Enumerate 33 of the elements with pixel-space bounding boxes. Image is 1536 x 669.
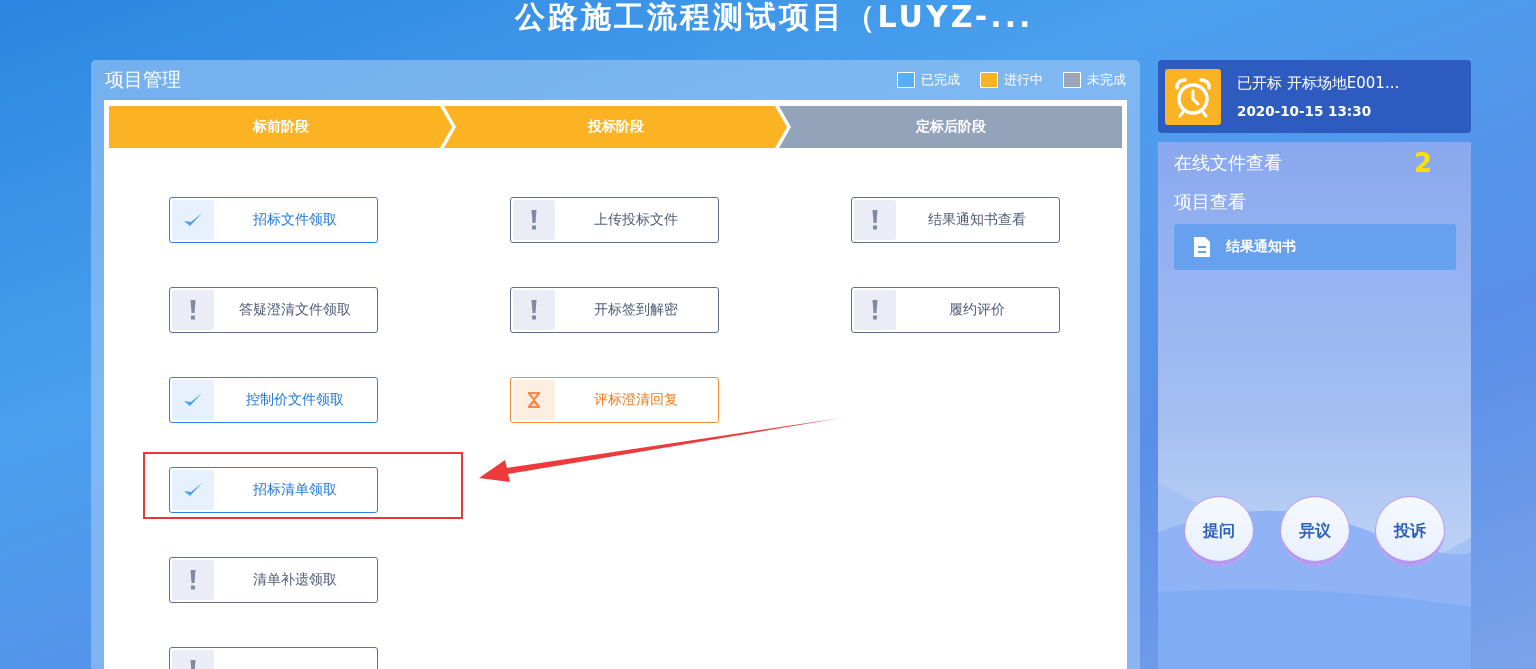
file-count: 2 (1413, 148, 1432, 178)
legend-label: 已完成 (921, 71, 960, 89)
check-icon (183, 212, 203, 228)
exclamation-icon (190, 570, 196, 590)
exclamation-icon (872, 300, 878, 320)
document-icon (1194, 237, 1210, 257)
exclamation-icon (190, 300, 196, 320)
legend-label: 未完成 (1087, 71, 1126, 89)
task-button[interactable]: 履约评价 (851, 287, 1060, 333)
project-view-title: 项目查看 (1174, 190, 1247, 214)
notice-text: 已开标 开标场地E001... (1237, 74, 1400, 93)
page-title: 公路施工流程测试项目（LUYZ-... (513, 0, 1035, 36)
check-icon (183, 482, 203, 498)
legend-label: 进行中 (1004, 71, 1043, 89)
notice-time: 2020-10-15 13:30 (1237, 103, 1373, 119)
task-button[interactable]: 上传投标文件 (510, 197, 719, 243)
task-button[interactable]: 控制价文件领取 (169, 377, 378, 423)
task-button[interactable]: 招标文件领取 (169, 197, 378, 243)
panel-title: 项目管理 (105, 67, 181, 92)
task-button[interactable]: 清单补遗领取 (169, 557, 378, 603)
online-files-title: 在线文件查看 (1174, 151, 1282, 175)
task-button[interactable]: 答疑澄清文件领取 (169, 287, 378, 333)
task-button[interactable]: 开标签到解密 (510, 287, 719, 333)
task-button[interactable]: 招标清单领取 (169, 467, 378, 513)
check-icon (183, 392, 203, 408)
alarm-clock-icon (1165, 68, 1221, 125)
task-button[interactable]: 评标澄清回复 (510, 377, 719, 423)
action-circle-button[interactable]: 投诉 (1375, 496, 1445, 566)
hourglass-icon (527, 391, 541, 409)
exclamation-icon (872, 210, 878, 230)
task-button[interactable]: 结果通知书查看 (851, 197, 1060, 243)
exclamation-icon (531, 300, 537, 320)
exclamation-icon (531, 210, 537, 230)
